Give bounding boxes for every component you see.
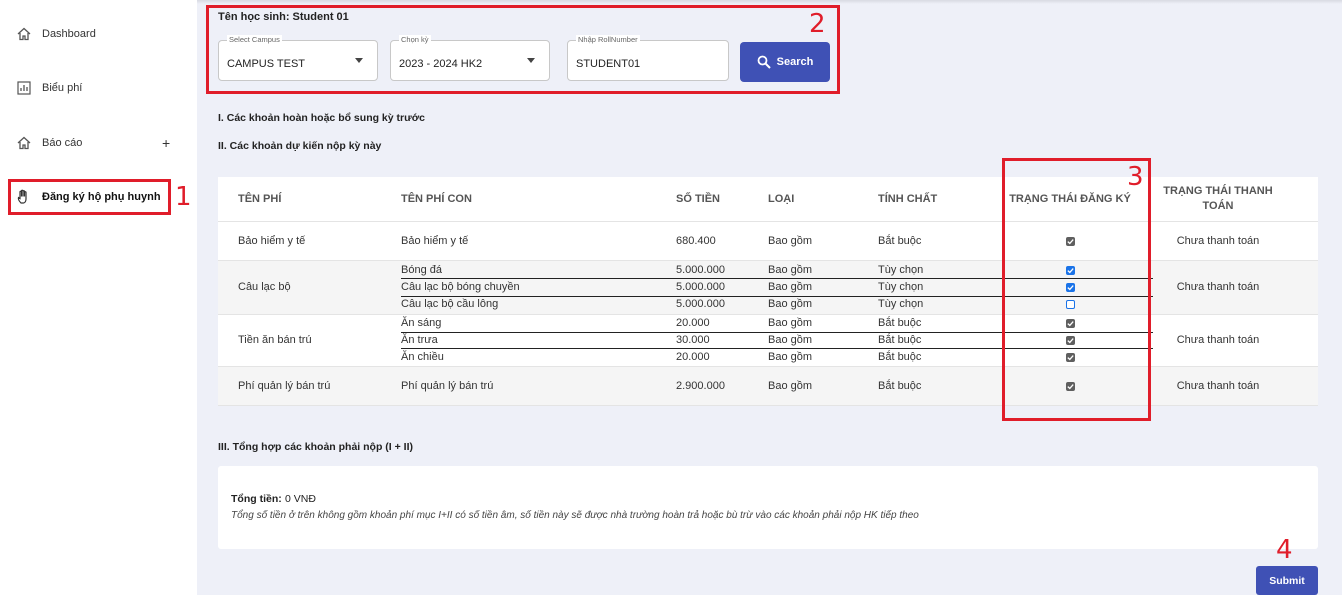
topbar-shadow [197,0,1342,4]
subfee-name: Bóng đá [401,263,442,276]
amount: 5.000.000 [676,263,725,276]
highlight-box-3 [1002,158,1151,421]
fee-table: TÊN PHÍ TÊN PHÍ CON SỐ TIỀN LOẠI TÍNH CH… [218,177,1318,406]
row-divider [218,366,1318,367]
annotation-3: 3 [1127,162,1144,192]
fee-type: Bao gồm [768,350,813,363]
fee-nature: Tùy chọn [878,281,924,293]
home-icon [16,135,32,151]
fee-nature: Bắt buộc [878,380,922,392]
fee-type: Bao gồm [768,281,813,293]
annotation-2: 2 [809,9,826,39]
amount: 20.000 [676,317,710,330]
total-value: 0 VNĐ [285,493,316,505]
fee-type: Bao gồm [768,380,813,392]
fee-type: Bao gồm [768,234,813,247]
pay-status: Chưa thanh toán [1176,234,1260,247]
section-1-title: I. Các khoản hoàn hoặc bổ sung kỳ trước [218,112,426,124]
header-pay-status: TRẠNG THÁI THANH TOÁN [1163,185,1273,212]
header-fee: TÊN PHÍ [238,193,282,205]
fee-nature: Bắt buộc [878,234,922,247]
fee-type: Bao gồm [768,298,813,311]
fee-name: Câu lạc bộ [238,281,291,293]
sidebar-item-label: Biểu phí [42,82,83,94]
amount: 5.000.000 [676,298,725,311]
pay-status: Chưa thanh toán [1176,380,1260,392]
subfee-name: Ăn sáng [401,317,442,330]
sidebar-item-bao-cao[interactable]: Báo cáo + [0,125,197,161]
pay-status: Chưa thanh toán [1176,281,1260,293]
fee-nature: Bắt buộc [878,350,922,363]
summary-card: Tổng tiền: 0 VNĐ Tổng số tiền ở trên khô… [218,466,1318,549]
header-amount: SỐ TIỀN [676,193,721,205]
subfee-name: Câu lạc bộ cầu lông [401,298,499,311]
header-type: LOẠI [768,193,795,205]
highlight-box-2 [206,5,840,94]
header-nature: TÍNH CHẤT [878,193,938,205]
amount: 2.900.000 [676,380,725,392]
row-divider [218,314,1318,315]
fee-type: Bao gồm [768,334,813,346]
subfee-name: Phí quản lý bán trú [401,380,494,392]
sidebar-item-label: Dashboard [42,28,96,40]
row-divider [218,405,1318,406]
fee-nature: Bắt buộc [878,317,922,330]
header-subfee: TÊN PHÍ CON [401,193,472,205]
total-label: Tổng tiền: [231,493,282,505]
home-icon [16,26,32,42]
annotation-4: 4 [1276,535,1293,565]
fee-nature: Bắt buộc [878,334,922,346]
sidebar-item-bieu-phi[interactable]: Biểu phí [0,70,197,106]
amount: 20.000 [676,350,710,363]
submit-button[interactable]: Submit [1256,566,1318,595]
sidebar: Dashboard Biểu phí Báo cáo + Đăng ký hộ … [0,0,197,595]
amount: 30.000 [676,334,710,346]
pay-status: Chưa thanh toán [1176,334,1260,346]
sidebar-item-dashboard[interactable]: Dashboard [0,16,197,52]
annotation-1: 1 [175,182,192,212]
subfee-name: Câu lạc bộ bóng chuyền [401,281,520,293]
fee-name: Phí quản lý bán trú [238,380,331,392]
subfee-name: Bảo hiểm y tế [401,234,469,247]
row-divider [218,221,1318,222]
expand-icon[interactable]: + [162,135,170,151]
amount: 680.400 [676,234,716,247]
fee-type: Bao gồm [768,317,813,330]
fee-nature: Tùy chọn [878,298,924,311]
section-2-title: II. Các khoản dự kiến nộp kỳ này [218,140,382,152]
bar-chart-icon [16,80,32,96]
sidebar-item-label: Báo cáo [42,137,83,149]
fee-nature: Tùy chọn [878,263,924,276]
subfee-name: Ăn trưa [401,334,438,346]
fee-name: Tiền ăn bán trú [238,334,312,346]
highlight-box-1 [8,179,171,215]
section-3-title: III. Tổng hợp các khoản phải nộp (I + II… [218,441,414,453]
summary-note: Tổng số tiền ở trên không gồm khoản phí … [231,510,919,521]
amount: 5.000.000 [676,281,725,293]
fee-name: Bảo hiểm y tế [238,234,306,247]
subfee-name: Ăn chiều [401,350,444,363]
fee-type: Bao gồm [768,263,813,276]
row-divider [218,260,1318,261]
